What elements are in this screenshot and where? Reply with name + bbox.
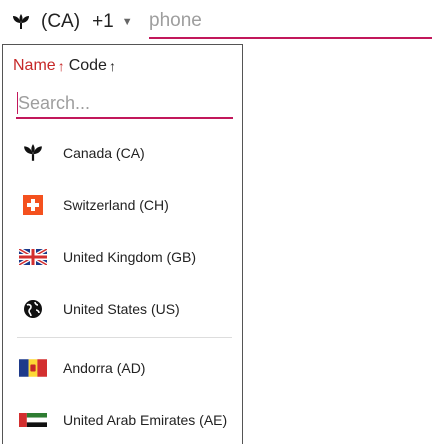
list-divider bbox=[17, 337, 232, 338]
country-label: United Kingdom (GB) bbox=[63, 249, 197, 265]
uae-flag-icon bbox=[19, 410, 47, 430]
phone-input[interactable] bbox=[149, 5, 432, 39]
country-item-ad[interactable]: Andorra (AD) bbox=[3, 342, 242, 394]
chevron-down-icon: ▼ bbox=[121, 16, 133, 28]
sort-code-label: Code bbox=[68, 57, 107, 74]
country-selector[interactable]: (CA) +1 ▼ bbox=[10, 6, 133, 38]
sort-by-name-button[interactable]: Name ↑ bbox=[13, 57, 67, 75]
phone-input-row: (CA) +1 ▼ bbox=[0, 0, 437, 44]
country-label: Switzerland (CH) bbox=[63, 197, 169, 213]
country-label: Canada (CA) bbox=[63, 145, 145, 161]
country-item-us[interactable]: United States (US) bbox=[3, 283, 242, 335]
country-item-ae[interactable]: United Arab Emirates (AE) bbox=[3, 394, 242, 444]
arrow-up-icon: ↑ bbox=[57, 58, 65, 74]
country-item-ch[interactable]: Switzerland (CH) bbox=[3, 179, 242, 231]
selected-country-code: (CA) bbox=[41, 11, 81, 32]
country-item-gb[interactable]: United Kingdom (GB) bbox=[3, 231, 242, 283]
andorra-flag-icon bbox=[19, 358, 47, 378]
swiss-flag-icon bbox=[19, 195, 47, 215]
uk-flag-icon bbox=[19, 247, 47, 267]
text-cursor bbox=[17, 92, 18, 114]
arrow-up-icon: ↑ bbox=[108, 58, 116, 74]
sort-name-label: Name bbox=[13, 57, 56, 74]
globe-icon bbox=[19, 299, 47, 319]
country-label: United States (US) bbox=[63, 301, 180, 317]
maple-leaf-icon bbox=[10, 11, 32, 33]
country-search-input[interactable] bbox=[16, 89, 233, 119]
selected-dial-code: +1 bbox=[92, 11, 114, 32]
country-item-ca[interactable]: Canada (CA) bbox=[3, 127, 242, 179]
country-label: United Arab Emirates (AE) bbox=[63, 412, 228, 428]
maple-leaf-icon bbox=[19, 143, 47, 163]
sort-by-code-button[interactable]: Code ↑ bbox=[69, 57, 118, 75]
country-label: Andorra (AD) bbox=[63, 360, 146, 376]
country-dropdown: Name ↑ Code ↑ Canada (CA) bbox=[2, 44, 243, 444]
sort-controls: Name ↑ Code ↑ bbox=[13, 57, 118, 75]
